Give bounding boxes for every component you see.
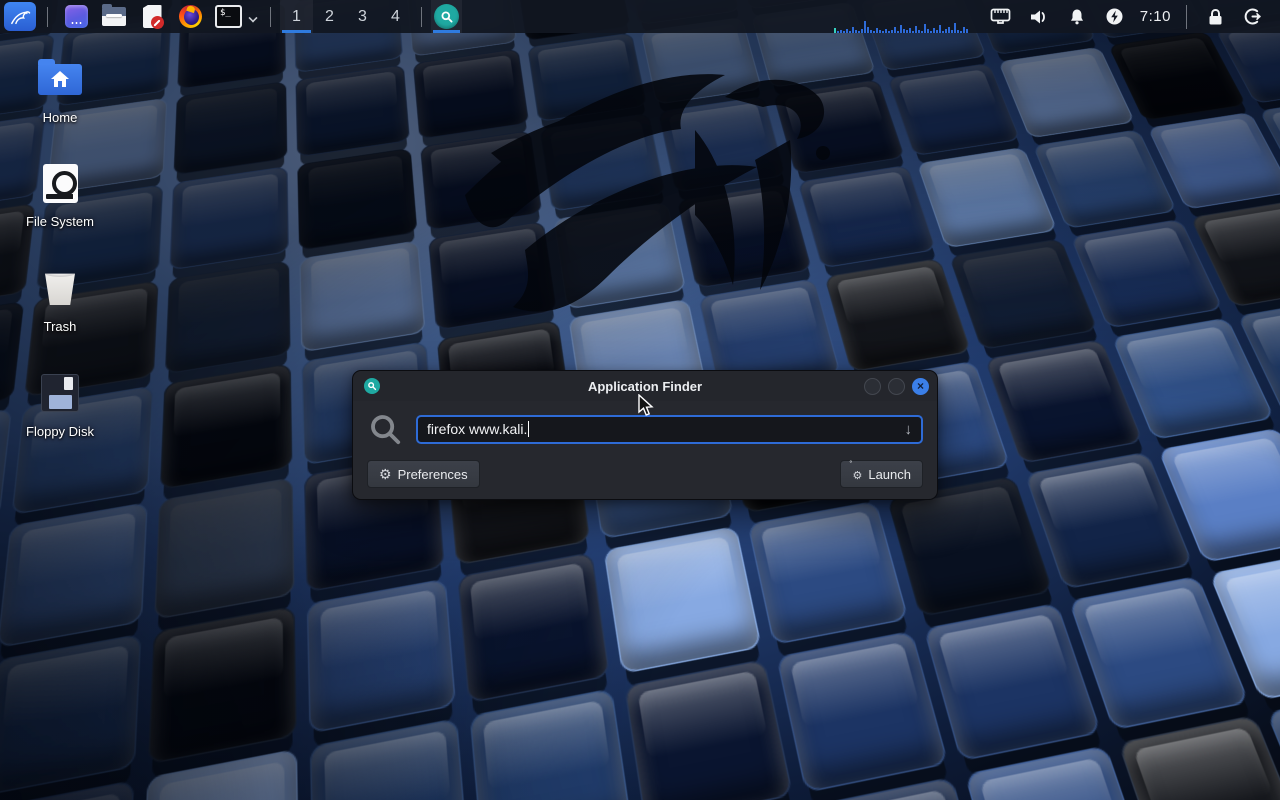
desktop-icon-home[interactable]: Home xyxy=(12,57,108,125)
close-button[interactable]: × xyxy=(912,378,929,395)
desktop-icon-floppy[interactable]: Floppy Disk xyxy=(12,371,108,439)
window-title: Application Finder xyxy=(353,379,937,394)
launch-gear-icon: ⚙ ˚ xyxy=(852,467,862,482)
firefox-icon xyxy=(179,5,202,28)
launcher-text-editor[interactable] xyxy=(139,4,165,30)
power-manager-icon[interactable] xyxy=(1104,6,1126,28)
search-icon xyxy=(367,411,403,447)
clock[interactable]: 7:10 xyxy=(1140,8,1171,25)
launch-button[interactable]: ⚙ ˚ Launch xyxy=(840,460,923,488)
volume-icon[interactable] xyxy=(1028,6,1050,28)
desktop-icon-label: File System xyxy=(12,214,108,229)
maximize-button[interactable] xyxy=(888,378,905,395)
workspace-4[interactable]: 4 xyxy=(379,0,412,33)
floppy-disk-icon xyxy=(12,371,108,415)
panel-separator xyxy=(270,7,271,27)
logout-icon[interactable] xyxy=(1242,6,1264,28)
application-finder-task-button[interactable] xyxy=(431,0,462,33)
lock-screen-icon[interactable] xyxy=(1204,6,1226,28)
preferences-button-label: Preferences xyxy=(398,467,468,482)
notifications-bell-icon[interactable] xyxy=(1066,6,1088,28)
panel-separator xyxy=(421,7,422,27)
chevron-down-icon[interactable] xyxy=(248,13,257,22)
minimize-button[interactable] xyxy=(864,378,881,395)
panel-separator xyxy=(1186,5,1187,29)
network-icon[interactable] xyxy=(990,6,1012,28)
app-finder-icon xyxy=(364,378,380,394)
text-caret xyxy=(528,421,529,437)
desktop-icon-label: Trash xyxy=(12,319,108,334)
preferences-button[interactable]: ⚙ Preferences xyxy=(367,460,480,488)
workspace-2[interactable]: 2 xyxy=(313,0,346,33)
workspace-3[interactable]: 3 xyxy=(346,0,379,33)
terminal-prompt-label: $_ xyxy=(220,8,231,18)
desktop-icon-file-system[interactable]: File System xyxy=(12,161,108,229)
panel-separator xyxy=(47,7,48,27)
launcher-terminal-window[interactable] xyxy=(63,4,89,30)
launcher-file-manager[interactable] xyxy=(101,4,127,30)
search-input[interactable]: firefox www.kali. ↓ xyxy=(416,415,923,444)
dropdown-arrow-icon[interactable]: ↓ xyxy=(905,421,913,438)
mouse-cursor xyxy=(638,394,655,418)
workspace-1[interactable]: 1 xyxy=(280,0,313,33)
desktop-icon-label: Home xyxy=(12,110,108,125)
kali-dragon-icon xyxy=(9,7,31,27)
edit-badge-icon xyxy=(151,16,164,29)
terminal-window-icon xyxy=(65,5,88,28)
terminal-dropdown-launcher[interactable]: $_ xyxy=(215,5,242,28)
kali-menu-button[interactable] xyxy=(4,2,36,31)
top-panel: $_ 1 2 3 4 7:10 xyxy=(0,0,1280,33)
home-folder-icon xyxy=(12,57,108,101)
cpu-graph[interactable] xyxy=(834,0,968,33)
desktop-icon-trash[interactable]: Trash xyxy=(12,266,108,334)
desktop-icon-label: Floppy Disk xyxy=(12,424,108,439)
gear-icon: ⚙ xyxy=(379,467,392,481)
trash-icon xyxy=(12,266,108,310)
finder-search-icon xyxy=(434,4,459,29)
launch-button-label: Launch xyxy=(868,467,911,482)
search-input-value: firefox www.kali. xyxy=(427,421,527,437)
launcher-firefox[interactable] xyxy=(177,4,203,30)
file-manager-icon xyxy=(102,7,126,26)
close-icon: × xyxy=(917,379,924,393)
application-finder-window: Application Finder × firefox www.kali. ↓… xyxy=(352,370,938,500)
hard-drive-icon xyxy=(12,161,108,205)
